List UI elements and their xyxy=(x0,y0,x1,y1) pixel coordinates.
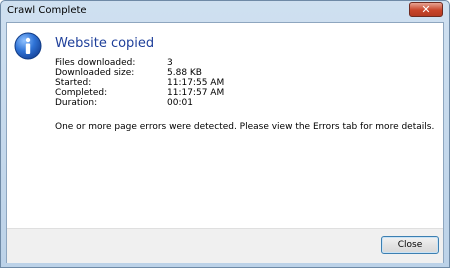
info-icon xyxy=(14,32,42,60)
dialog-window: Crawl Complete ✕ Website copied Files do… xyxy=(0,0,450,268)
dialog-footer: Close xyxy=(7,228,443,263)
window-title: Crawl Complete xyxy=(7,5,87,16)
detail-label: Completed: xyxy=(55,88,108,98)
detail-value: 3 xyxy=(167,58,173,68)
detail-value: 5.88 KB xyxy=(167,68,202,78)
error-message: One or more page errors were detected. P… xyxy=(55,122,435,132)
dialog-content: Website copied Files downloaded: 3 Downl… xyxy=(6,22,444,263)
detail-value: 11:17:57 AM xyxy=(167,88,225,98)
title-bar[interactable]: Crawl Complete ✕ xyxy=(1,1,449,21)
detail-value: 00:01 xyxy=(167,98,193,108)
close-icon: ✕ xyxy=(421,3,431,16)
close-button[interactable]: Close xyxy=(381,236,439,254)
detail-label: Started: xyxy=(55,78,92,88)
detail-label: Files downloaded: xyxy=(55,58,136,68)
window-close-button[interactable]: ✕ xyxy=(409,2,443,17)
detail-label: Duration: xyxy=(55,98,98,108)
detail-label: Downloaded size: xyxy=(55,68,135,78)
detail-value: 11:17:55 AM xyxy=(167,78,225,88)
dialog-heading: Website copied xyxy=(55,36,155,51)
